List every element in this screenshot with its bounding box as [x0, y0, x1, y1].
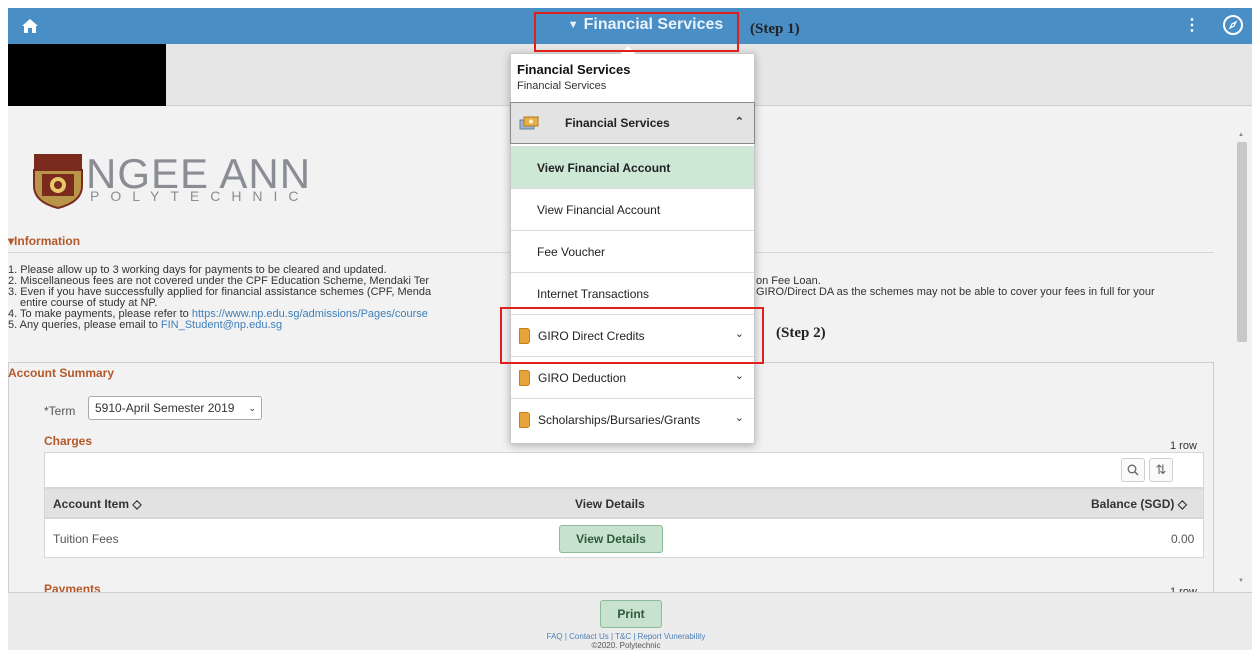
menu-item-fee-voucher[interactable]: Fee Voucher [511, 230, 754, 272]
folder-icon [519, 411, 530, 428]
step2-annotation: (Step 2) [776, 325, 826, 341]
menu-header-title: Financial Services [517, 62, 631, 77]
footer-copyright: ©2020. Polytechnic [591, 641, 661, 650]
search-icon[interactable] [1121, 458, 1145, 482]
column-header-balance[interactable]: Balance (SGD) ◇ [1091, 497, 1187, 511]
chevron-down-icon: ⌄ [734, 370, 744, 382]
kebab-menu-icon[interactable]: ⋮ [1184, 16, 1200, 36]
top-banner: ▼ Financial Services ⋮ [8, 8, 1252, 44]
column-header-account-item[interactable]: Account Item ◇ [53, 497, 142, 511]
menu-item-view-financial-account-active[interactable]: View Financial Account [511, 146, 754, 188]
scrollbar-thumb[interactable] [1237, 142, 1247, 342]
account-item-cell: Tuition Fees [53, 532, 119, 546]
chevron-down-icon: ⌄ [734, 412, 744, 424]
print-button[interactable]: Print [600, 600, 662, 628]
navigation-dropdown-menu: Financial Services Financial Services Fi… [510, 53, 755, 444]
menu-folder-giro-direct-credits[interactable]: GIRO Direct Credits ⌄ [511, 314, 754, 356]
balance-cell: 0.00 [1171, 532, 1195, 546]
scroll-down-icon[interactable]: ▼ [1238, 578, 1244, 584]
course-fees-link[interactable]: https://www.np.edu.sg/admissions/Pages/c… [192, 309, 428, 320]
menu-header-subtitle: Financial Services [517, 80, 607, 92]
redacted-block [8, 44, 166, 106]
caret-down-icon: ▼ [567, 19, 579, 31]
menu-folder-scholarships[interactable]: Scholarships/Bursaries/Grants ⌄ [511, 398, 754, 440]
term-select[interactable]: 5910-April Semester 2019 ⌄ [88, 396, 262, 420]
charges-grid-header: Account Item ◇ View Details Balance (SGD… [44, 488, 1204, 518]
footer-links[interactable]: FAQ | Contact Us | T&C | Report Vunerabi… [0, 632, 1252, 641]
menu-pointer [620, 46, 636, 54]
charges-title: Charges [44, 434, 93, 448]
financial-services-icon [519, 116, 539, 130]
compass-icon[interactable] [1223, 15, 1243, 35]
view-details-button[interactable]: View Details [559, 525, 663, 553]
home-icon[interactable] [20, 16, 40, 36]
ngee-ann-crest-logo [33, 154, 83, 210]
navbar-title: Financial Services [583, 16, 724, 33]
charges-row-count: 1 row [1170, 440, 1197, 452]
sort-icon[interactable]: ⇅ [1149, 458, 1173, 482]
menu-item-internet-transactions[interactable]: Internet Transactions [511, 272, 754, 314]
logo-subtitle: POLYTECHNIC [90, 188, 310, 204]
chevron-up-icon: ⌃ [734, 116, 744, 128]
menu-folder-giro-deduction[interactable]: GIRO Deduction ⌄ [511, 356, 754, 398]
info-line-3-tail: GIRO/Direct DA as the schemes may not be… [756, 286, 1155, 298]
information-section-header[interactable]: ▾Information [8, 234, 80, 248]
vertical-scrollbar[interactable]: ▲ ▼ [1234, 106, 1252, 592]
menu-section-financial-services[interactable]: Financial Services ⌃ [510, 102, 755, 144]
menu-item-view-financial-account[interactable]: View Financial Account [511, 188, 754, 230]
folder-icon [519, 369, 530, 386]
fin-student-email-link[interactable]: FIN_Student@np.edu.sg [161, 320, 282, 331]
charges-grid-toolbar: ⇅ [44, 452, 1204, 488]
chevron-down-icon: ⌄ [248, 403, 256, 413]
term-select-value: 5910-April Semester 2019 [95, 401, 235, 415]
account-summary-title: Account Summary [8, 366, 115, 380]
step1-annotation: (Step 1) [750, 21, 800, 37]
chevron-down-icon: ⌄ [734, 328, 744, 340]
navbar-title-dropdown[interactable]: ▼ Financial Services [548, 10, 743, 40]
column-header-view-details: View Details [575, 497, 645, 511]
menu-header: Financial Services Financial Services [511, 54, 754, 102]
term-label: *Term [44, 404, 76, 418]
scroll-up-icon[interactable]: ▲ [1238, 132, 1244, 138]
folder-icon [519, 327, 530, 344]
table-row: Tuition Fees View Details 0.00 [44, 518, 1204, 558]
